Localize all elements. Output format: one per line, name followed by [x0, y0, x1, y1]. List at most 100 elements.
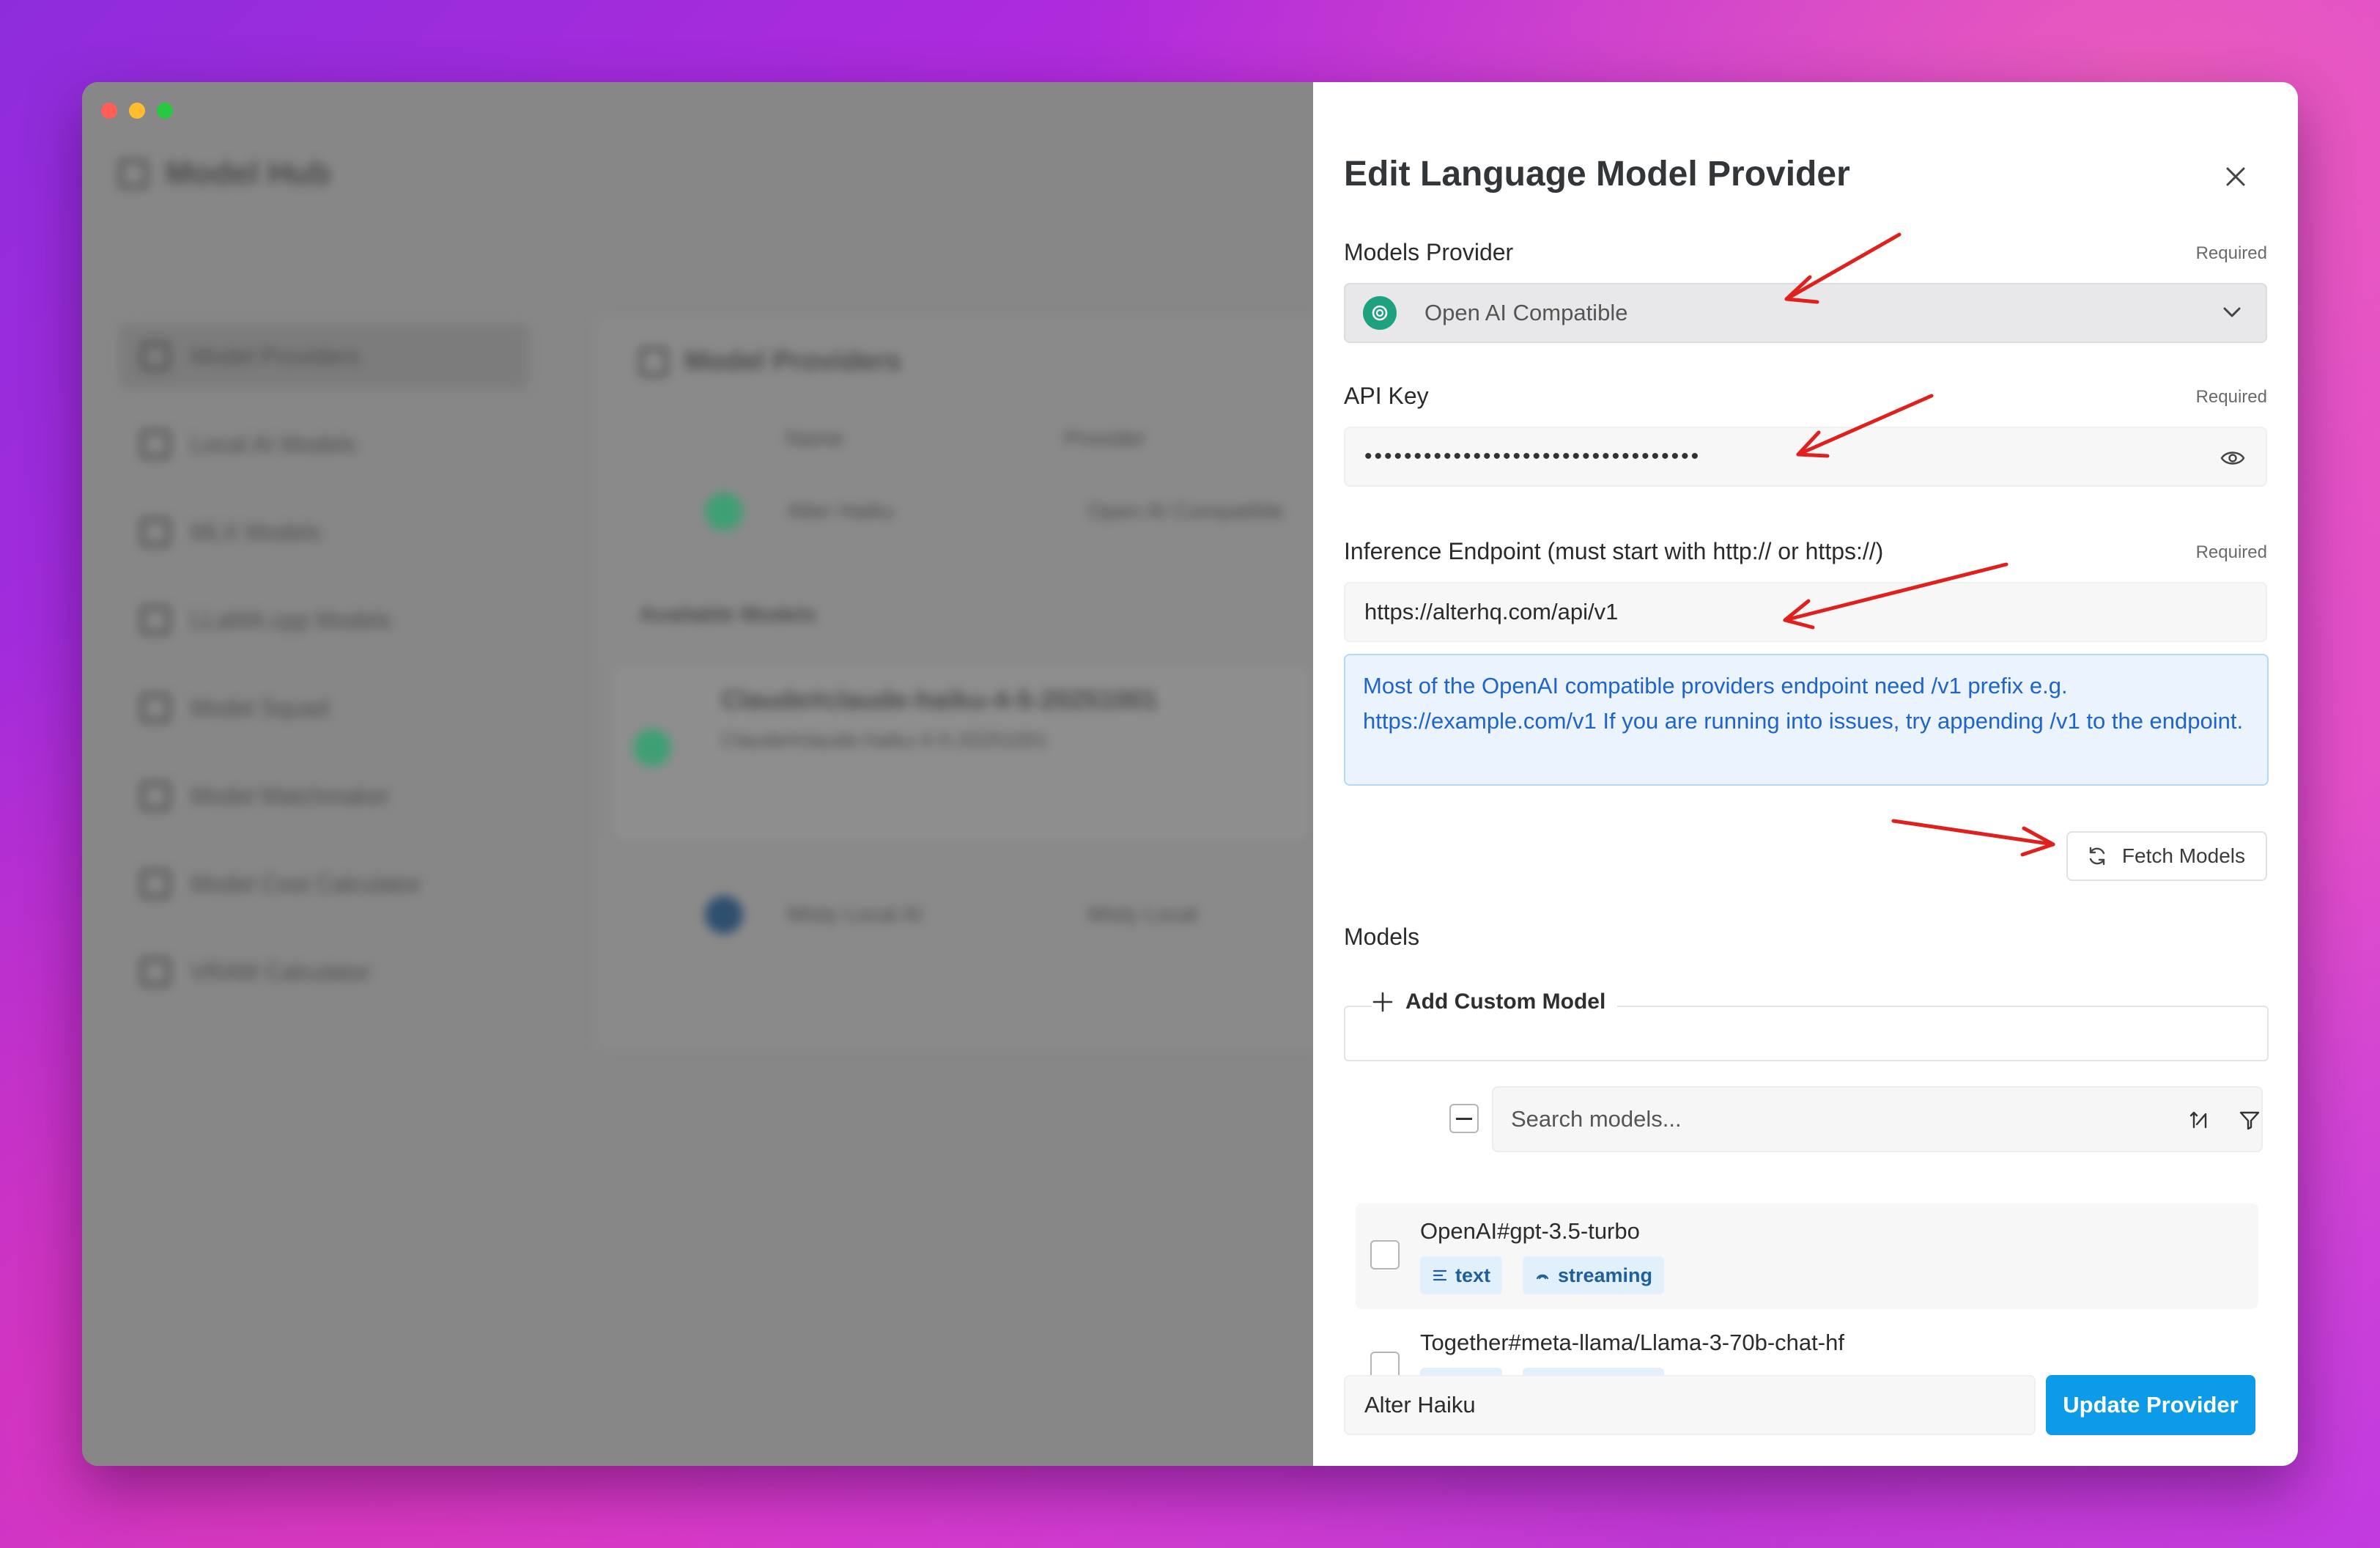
sidebar-item-label: Model Squad [191, 694, 329, 721]
text-lines-icon [1433, 1269, 1447, 1281]
sidebar-item-llama-cpp-models[interactable]: LLaMA.cpp Models [119, 588, 529, 652]
sidebar-item-local-ai-models[interactable]: Local AI Models [119, 412, 529, 476]
squad-icon [141, 693, 170, 723]
sidebar-item-model-cost-calculator[interactable]: Model Cost Calculator [119, 852, 529, 916]
model-card-subtitle: Claude#claude-haiku-4-5-20251001 [721, 729, 1049, 751]
provider-name-field[interactable]: Alter Haiku [1344, 1375, 2036, 1435]
endpoint-required: Required [2195, 542, 2267, 562]
sidebar-item-label: VRAM Calculator [191, 958, 371, 985]
available-models-heading: Available Models [595, 602, 1328, 627]
close-icon [2226, 167, 2245, 186]
vram-icon [141, 957, 170, 987]
matchmaker-icon [141, 781, 170, 811]
endpoint-hint: Most of the OpenAI compatible providers … [1344, 654, 2269, 786]
providers-heading-icon [639, 347, 668, 377]
sidebar-item-model-squad[interactable]: Model Squad [119, 676, 529, 740]
streaming-tag: streaming [1523, 1256, 1665, 1294]
streaming-icon [1536, 1274, 1549, 1280]
sidebar-item-model-providers[interactable]: Model Providers [119, 324, 529, 388]
openai-logo-icon [1363, 296, 1397, 330]
minimize-window-button[interactable] [129, 103, 145, 119]
fetch-models-label: Fetch Models [2121, 844, 2245, 867]
provider-required: Required [2195, 243, 2267, 263]
provider-type: Misty Local [1087, 902, 1198, 926]
window-controls [101, 103, 173, 119]
api-key-required: Required [2195, 387, 2267, 407]
provider-avatar [705, 896, 743, 934]
refresh-icon [2089, 847, 2105, 866]
app-window: Model Hub Model Providers Local AI Model… [82, 82, 2298, 1466]
fetch-models-button[interactable]: Fetch Models [2066, 831, 2267, 881]
model-name: Together#meta-llama/Llama-3-70b-chat-hf [1420, 1330, 1844, 1355]
providers-icon [141, 342, 170, 371]
sidebar-item-vram-calculator[interactable]: VRAM Calculator [119, 940, 529, 1004]
zoom-window-button[interactable] [157, 103, 173, 119]
app-title: Model Hub [119, 155, 330, 192]
sidebar-item-model-matchmaker[interactable]: Model Matchmaker [119, 764, 529, 828]
sort-icon[interactable] [2184, 1104, 2216, 1136]
sidebar: Model Providers Local AI Models MLX Mode… [119, 324, 529, 1028]
add-custom-model-label: Add Custom Model [1405, 989, 1606, 1014]
local-models-icon [141, 430, 170, 459]
select-all-checkbox[interactable] [1449, 1104, 1479, 1133]
model-name: OpenAI#gpt-3.5-turbo [1420, 1218, 1640, 1244]
model-checkbox[interactable] [1370, 1240, 1400, 1269]
provider-name-value: Alter Haiku [1364, 1392, 1476, 1418]
main-content: Model Providers Name Provider Alter Haik… [536, 236, 1328, 1050]
sidebar-item-label: Model Providers [191, 342, 361, 369]
provider-label: Models Provider [1344, 239, 1514, 265]
search-models-box [1492, 1086, 2263, 1152]
sidebar-item-label: MLX Models [191, 518, 321, 545]
table-row[interactable]: Misty Local AI Misty Local [595, 896, 1328, 934]
model-card-avatar [633, 729, 671, 767]
model-card[interactable]: Claude#claude-haiku-4-5-20251001 Claude#… [610, 661, 1313, 844]
main-heading: Model Providers [639, 346, 901, 377]
calculator-icon [141, 869, 170, 899]
plus-icon [1372, 992, 1393, 1012]
dialog-title: Edit Language Model Provider [1344, 155, 1850, 194]
minus-icon [1456, 1118, 1472, 1120]
model-hub-icon [119, 159, 148, 188]
blurred-background-app: Model Hub Model Providers Local AI Model… [82, 82, 1328, 1466]
mlx-icon [141, 517, 170, 547]
sidebar-item-label: Local AI Models [191, 430, 356, 457]
list-item[interactable]: OpenAI#gpt-3.5-turbo text streaming [1356, 1204, 2258, 1309]
provider-selected-value: Open AI Compatible [1424, 300, 1628, 325]
endpoint-field[interactable]: https://alterhq.com/api/v1 [1344, 582, 2267, 642]
llama-icon [141, 605, 170, 635]
text-tag-label: text [1455, 1264, 1491, 1286]
eye-icon[interactable] [2219, 444, 2247, 478]
api-key-field[interactable]: •••••••••••••••••••••••••••••••••• [1344, 427, 2267, 487]
model-card-title: Claude#claude-haiku-4-5-20251001 [721, 685, 1158, 715]
api-key-label: API Key [1344, 383, 1429, 409]
table-header: Name Provider [595, 427, 1328, 452]
endpoint-hint-text: Most of the OpenAI compatible providers … [1363, 673, 2244, 734]
provider-select[interactable]: Open AI Compatible [1344, 283, 2267, 343]
filter-icon[interactable] [2233, 1104, 2266, 1136]
column-name-header[interactable]: Name [786, 427, 844, 452]
column-provider-header[interactable]: Provider [1064, 427, 1146, 452]
endpoint-value: https://alterhq.com/api/v1 [1364, 599, 1619, 624]
sidebar-item-label: LLaMA.cpp Models [191, 606, 391, 633]
search-models-input[interactable] [1511, 1106, 2141, 1132]
provider-name: Alter Haiku [787, 499, 895, 523]
app-title-text: Model Hub [166, 155, 330, 191]
close-window-button[interactable] [101, 103, 117, 119]
add-custom-model-button[interactable]: Add Custom Model [1372, 989, 1618, 1014]
close-dialog-button[interactable] [2217, 158, 2254, 195]
blurred-content: Model Hub Model Providers Local AI Model… [82, 82, 1328, 1466]
provider-type: Open AI Compatible [1087, 499, 1285, 523]
main-heading-text: Model Providers [684, 346, 901, 377]
edit-provider-dialog: Edit Language Model Provider Models Prov… [1313, 82, 2298, 1466]
streaming-tag-label: streaming [1558, 1264, 1653, 1286]
sidebar-item-label: Model Cost Calculator [191, 870, 421, 897]
models-label: Models [1344, 924, 1420, 950]
update-provider-button[interactable]: Update Provider [2046, 1375, 2255, 1435]
api-key-masked-value: •••••••••••••••••••••••••••••••••• [1364, 444, 1701, 468]
text-tag: text [1420, 1256, 1503, 1294]
sidebar-item-label: Model Matchmaker [191, 782, 391, 809]
table-row[interactable]: Alter Haiku Open AI Compatible [595, 493, 1328, 531]
sidebar-item-mlx-models[interactable]: MLX Models [119, 500, 529, 564]
provider-avatar [705, 493, 743, 531]
chevron-down-icon [2219, 299, 2245, 329]
